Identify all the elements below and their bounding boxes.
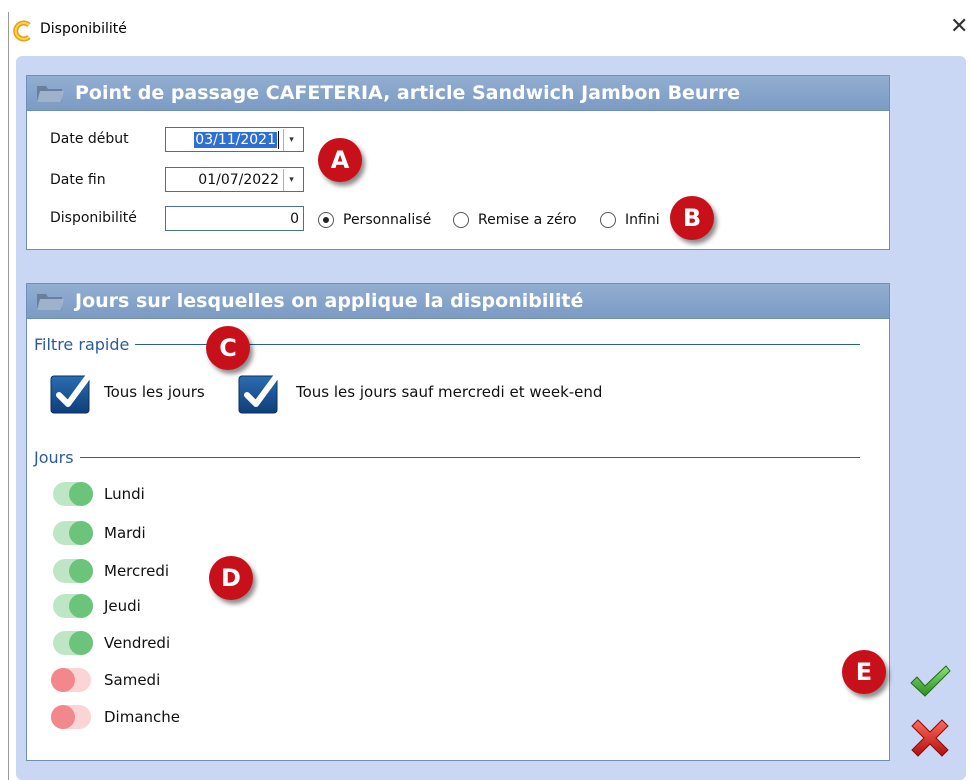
close-icon[interactable] <box>908 716 952 760</box>
radio-button[interactable] <box>600 212 616 228</box>
toggle-switch[interactable] <box>51 705 91 729</box>
window-title: Disponibilité <box>40 21 127 37</box>
title-bar[interactable] <box>9 12 973 48</box>
annotation-badge-e: E <box>842 650 886 694</box>
filter-sauf-mercredi-weekend[interactable]: Tous les jours sauf mercredi et week-end <box>238 370 602 414</box>
filtre-rapide-divider <box>34 344 860 345</box>
toggle-switch[interactable] <box>53 482 93 506</box>
jours-title: Jours <box>34 448 80 467</box>
date-debut-picker[interactable]: 03/11/2021 ▾ <box>165 127 304 152</box>
cafeteria-app-icon <box>12 20 34 42</box>
day-toggle-lundi[interactable]: Lundi <box>53 482 145 506</box>
day-label: Dimanche <box>104 708 181 726</box>
annotation-badge-a: A <box>318 138 362 182</box>
close-window-button[interactable]: ✕ <box>950 16 968 38</box>
radio-button[interactable] <box>318 212 334 228</box>
date-debut-label: Date début <box>50 131 129 147</box>
chevron-down-icon[interactable]: ▾ <box>283 168 299 191</box>
radio-button[interactable] <box>453 212 469 228</box>
folder-icon <box>37 86 64 102</box>
disponibilite-label: Disponibilité <box>50 210 137 226</box>
annotation-badge-b: B <box>670 196 714 240</box>
toggle-switch[interactable] <box>51 668 91 692</box>
window-left-border <box>8 12 9 780</box>
day-label: Lundi <box>104 485 145 503</box>
disponibilite-value[interactable]: 0 <box>290 211 299 227</box>
point-panel-header: Point de passage CAFETERIA, article Sand… <box>27 76 889 111</box>
radio-personnalise-label: Personnalisé <box>343 212 432 228</box>
check-square-icon[interactable] <box>50 370 94 414</box>
day-toggle-jeudi[interactable]: Jeudi <box>53 594 141 618</box>
jours-divider <box>34 457 860 458</box>
toggle-switch[interactable] <box>53 521 93 545</box>
folder-icon <box>37 294 64 310</box>
text-caret <box>278 130 279 149</box>
toggle-switch[interactable] <box>53 631 93 655</box>
filter-tous-les-jours-label: Tous les jours <box>104 383 205 401</box>
day-toggle-vendredi[interactable]: Vendredi <box>53 631 170 655</box>
day-label: Vendredi <box>104 634 171 652</box>
date-fin-value[interactable]: 01/07/2022 <box>198 172 279 188</box>
radio-infini-label: Infini <box>625 212 660 228</box>
day-toggle-mercredi[interactable]: Mercredi <box>53 559 169 583</box>
radio-infini[interactable]: Infini <box>600 212 660 228</box>
check-icon[interactable] <box>908 662 952 702</box>
jours-panel-header: Jours sur lesquelles on applique la disp… <box>27 284 889 319</box>
cancel-button[interactable] <box>908 716 952 760</box>
day-toggle-mardi[interactable]: Mardi <box>53 521 146 545</box>
toggle-switch[interactable] <box>53 559 93 583</box>
day-label: Samedi <box>104 671 161 689</box>
disponibilite-input[interactable]: 0 <box>165 206 304 231</box>
day-label: Mercredi <box>104 562 170 580</box>
radio-remise-a-zero[interactable]: Remise a zéro <box>453 212 577 228</box>
radio-personnalise[interactable]: Personnalisé <box>318 212 431 228</box>
filter-sauf-mercredi-label: Tous les jours sauf mercredi et week-end <box>296 383 603 401</box>
annotation-badge-c: C <box>206 326 250 370</box>
day-label: Mardi <box>104 524 146 542</box>
annotation-badge-d: D <box>209 556 253 600</box>
date-debut-value[interactable]: 03/11/2021 <box>194 131 277 148</box>
filter-tous-les-jours[interactable]: Tous les jours <box>50 370 205 414</box>
filtre-rapide-title: Filtre rapide <box>34 335 136 354</box>
day-toggle-dimanche[interactable]: Dimanche <box>51 705 180 729</box>
point-panel-title: Point de passage CAFETERIA, article Sand… <box>75 82 741 104</box>
day-toggle-samedi[interactable]: Samedi <box>51 668 160 692</box>
date-fin-label: Date fin <box>50 172 106 188</box>
validate-button[interactable] <box>908 662 952 702</box>
day-label: Jeudi <box>104 597 141 615</box>
jours-panel-title: Jours sur lesquelles on applique la disp… <box>75 290 584 312</box>
chevron-down-icon[interactable]: ▾ <box>283 128 299 151</box>
radio-remise-label: Remise a zéro <box>478 212 577 228</box>
date-fin-picker[interactable]: 01/07/2022 ▾ <box>165 167 304 192</box>
check-square-icon[interactable] <box>238 370 282 414</box>
toggle-switch[interactable] <box>53 594 93 618</box>
